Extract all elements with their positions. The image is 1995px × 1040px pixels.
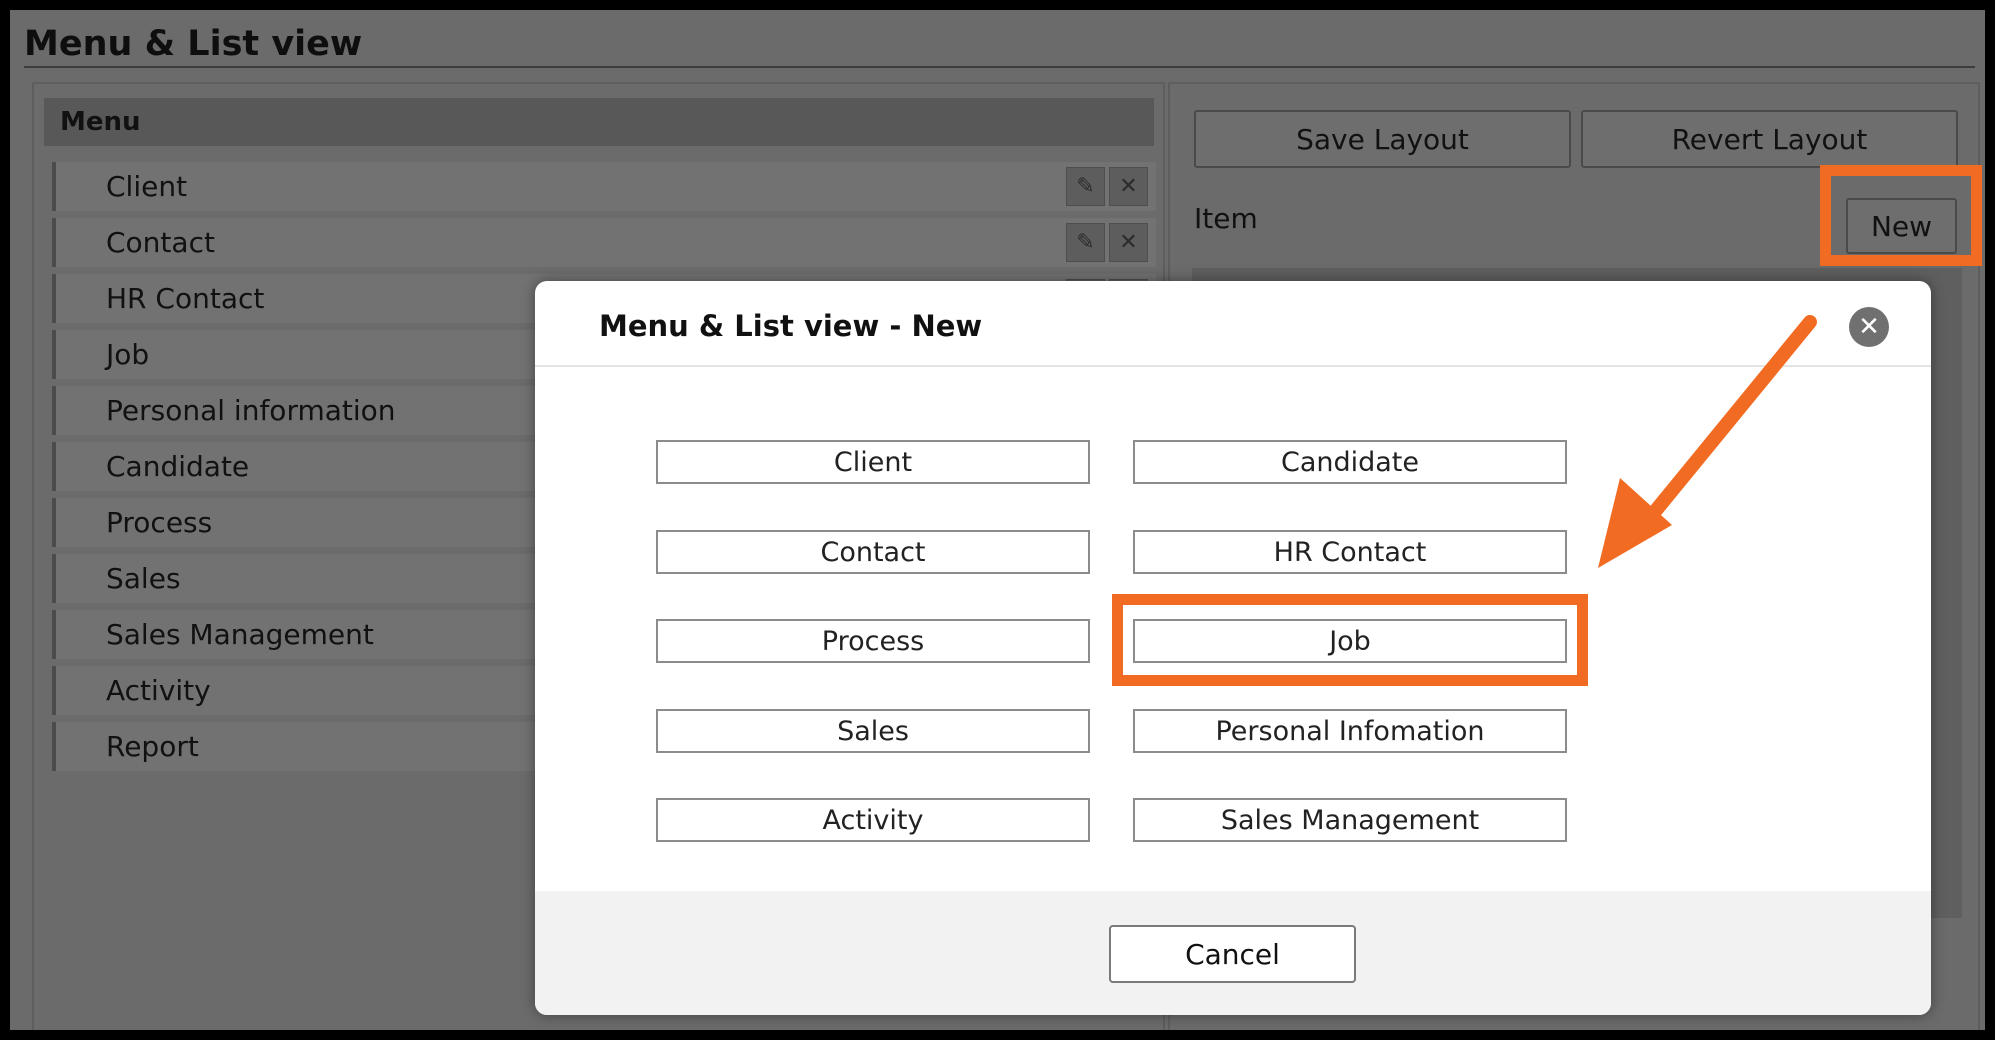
annotation-arrow-icon	[1598, 315, 1817, 568]
